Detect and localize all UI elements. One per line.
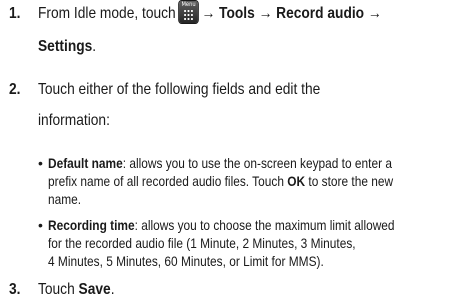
recording-time-line-1: Recording time: allows you to choose the… [48, 216, 395, 234]
step-3-text: Touch [38, 281, 75, 298]
tools-label: Tools [219, 5, 255, 22]
menu-grid-icon [184, 10, 193, 20]
step-1-body: From Idle mode, touch Menu → Tools → Recor… [38, 0, 461, 61]
step-2-body: Touch either of the following fields and… [38, 76, 461, 135]
ok-label: OK [287, 173, 306, 189]
recording-time-line-3: 4 Minutes, 5 Minutes, 60 Minutes, or Lim… [48, 253, 324, 269]
step-1-line-1: From Idle mode, touch Menu → Tools → Recor… [38, 0, 382, 28]
arrow-1: → [201, 5, 216, 22]
arrow-2: → [258, 5, 273, 22]
step-2-number: 2. [9, 81, 21, 98]
menu-key-icon: Menu [179, 1, 199, 23]
step-1-period: . [92, 38, 97, 55]
menu-key-label: Menu [181, 1, 196, 8]
step-3-line: Touch Save. [38, 276, 115, 304]
step-3-body: Touch Save. [38, 276, 461, 304]
instruction-page: 1. From Idle mode, touch Menu → Tools → Re… [0, 0, 467, 306]
step-3-period: . [110, 281, 115, 298]
bullet-dot: • [38, 155, 43, 171]
recording-time-term: Recording time [48, 217, 135, 233]
default-name-desc-2: prefix name of all recorded audio files.… [48, 173, 284, 189]
record-audio-label: Record audio [276, 5, 365, 22]
step-1-intro-text: From Idle mode, touch [38, 5, 176, 22]
step-3-number: 3. [9, 281, 21, 298]
step-2-line-2: information: [38, 112, 110, 129]
arrow-3: → [367, 5, 382, 22]
default-name-line-3: name. [48, 191, 82, 207]
default-name-desc-3: to store the new [308, 173, 394, 189]
recording-time-line-2: for the recorded audio file (1 Minute, 2… [48, 235, 356, 251]
bullet-dot: • [38, 217, 43, 233]
save-label: Save [78, 281, 111, 298]
default-name-line-1: Default name: allows you to use the on-s… [48, 154, 392, 172]
recording-time-desc-1: : allows you to choose the maximum limit… [134, 217, 395, 233]
default-name-line-2: prefix name of all recorded audio files.… [48, 172, 393, 190]
default-name-desc-1: : allows you to use the on-screen keypad… [122, 155, 392, 171]
settings-label: Settings [38, 38, 93, 55]
default-name-term: Default name [48, 155, 123, 171]
step-2-line-1: Touch either of the following fields and… [38, 81, 321, 98]
step-1-line-2: Settings. [38, 33, 96, 61]
step-1-number: 1. [9, 5, 21, 22]
